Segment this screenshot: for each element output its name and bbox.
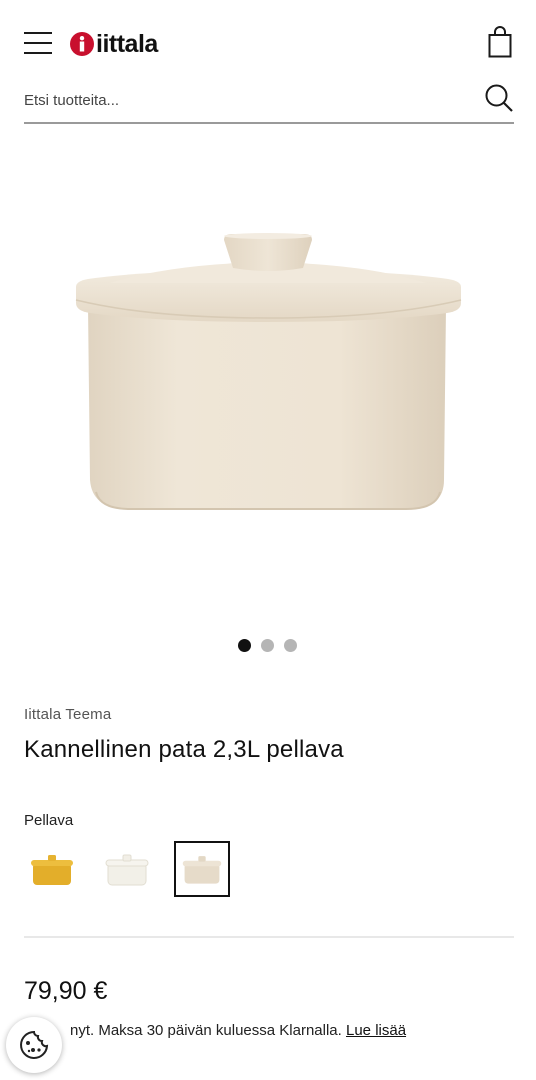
cookie-icon xyxy=(20,1030,49,1059)
swatch-pellava[interactable] xyxy=(174,841,230,897)
white-pot-thumbnail xyxy=(105,854,149,886)
divider xyxy=(24,936,514,938)
logo-text: iittala xyxy=(96,29,158,58)
casserole-pot-image xyxy=(75,233,462,510)
iittala-logo[interactable]: iittala xyxy=(70,29,158,59)
product-title: Kannellinen pata 2,3L pellava xyxy=(24,736,344,763)
iittala-logo-mark-icon xyxy=(70,32,94,56)
product-brand[interactable]: Iittala Teema xyxy=(24,706,111,723)
product-price: 79,90 € xyxy=(24,977,108,1005)
hamburger-menu-icon[interactable] xyxy=(24,29,52,57)
color-swatches xyxy=(24,841,230,897)
image-carousel-dots xyxy=(238,639,297,652)
yellow-pot-thumbnail xyxy=(31,855,73,885)
carousel-dot-2[interactable] xyxy=(261,639,274,652)
linen-pot-thumbnail xyxy=(182,856,222,884)
carousel-dot-3[interactable] xyxy=(284,639,297,652)
search-bar xyxy=(24,78,514,124)
product-image[interactable] xyxy=(0,150,536,610)
shopping-bag-icon[interactable] xyxy=(488,26,512,58)
carousel-dot-1[interactable] xyxy=(238,639,251,652)
swatch-hunaja[interactable] xyxy=(24,841,80,897)
search-input[interactable] xyxy=(24,86,464,114)
klarna-info: nyt. Maksa 30 päivän kuluessa Klarnalla.… xyxy=(24,1022,406,1039)
site-header: iittala xyxy=(0,0,536,90)
klarna-read-more-link[interactable]: Lue lisää xyxy=(346,1022,406,1039)
swatch-valkoinen[interactable] xyxy=(99,841,155,897)
selected-color-label: Pellava xyxy=(24,812,74,829)
klarna-text: nyt. Maksa 30 päivän kuluessa Klarnalla. xyxy=(70,1022,342,1039)
search-icon[interactable] xyxy=(484,83,514,113)
cookie-settings-button[interactable] xyxy=(6,1017,62,1073)
